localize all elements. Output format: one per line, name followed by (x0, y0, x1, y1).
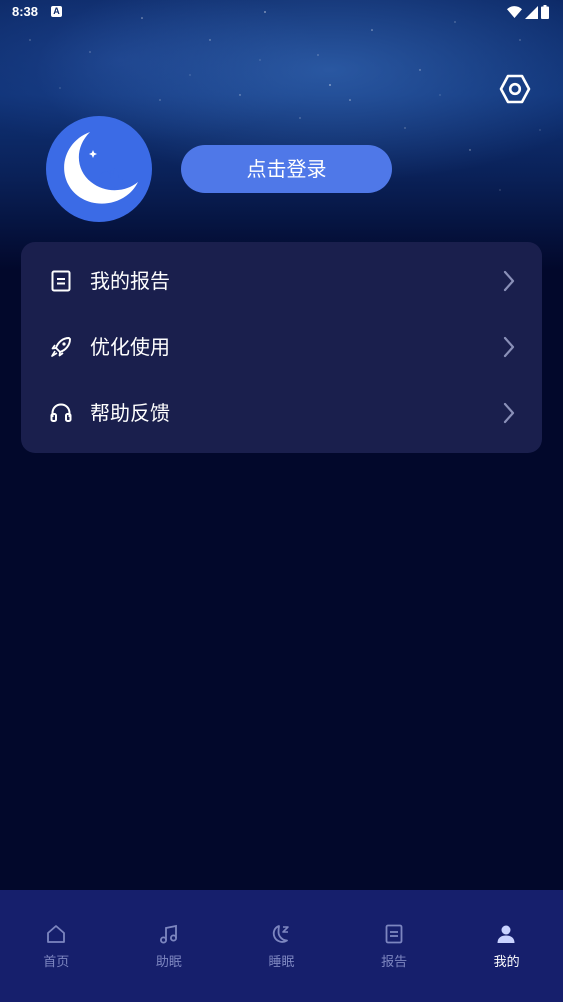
menu-item-my-report[interactable]: 我的报告 (21, 248, 542, 314)
tab-home[interactable]: 首页 (0, 890, 113, 1002)
settings-hexagon-icon (499, 74, 531, 104)
bottom-tab-bar: 首页 助眠 睡眠 报告 我的 (0, 890, 563, 1002)
menu-item-label: 帮助反馈 (90, 401, 170, 425)
music-note-icon (159, 924, 177, 944)
headphones-icon (50, 403, 72, 422)
tab-report[interactable]: 报告 (338, 890, 451, 1002)
tab-label: 助眠 (155, 955, 182, 970)
status-bar: 8:38 A (0, 0, 563, 26)
menu-item-help-feedback[interactable]: 帮助反馈 (21, 380, 542, 446)
battery-icon (541, 5, 549, 19)
notification-a-icon: A (51, 6, 62, 17)
tab-label: 睡眠 (268, 955, 295, 970)
menu-item-label: 优化使用 (90, 335, 170, 359)
tab-sleep[interactable]: 睡眠 (225, 890, 338, 1002)
chevron-right-icon (503, 402, 515, 424)
moon-zzz-icon (273, 925, 289, 943)
tab-label: 报告 (381, 955, 408, 970)
login-button[interactable]: 点击登录 (181, 145, 392, 193)
rocket-icon (51, 337, 71, 357)
avatar[interactable] (46, 116, 152, 222)
wifi-icon (507, 6, 522, 18)
status-time: 8:38 (12, 4, 39, 19)
tab-mine[interactable]: 我的 (450, 890, 563, 1002)
person-icon (497, 925, 515, 943)
moon-squirrel-logo (64, 132, 138, 204)
tab-label: 首页 (43, 955, 70, 970)
tab-sleep-aid[interactable]: 助眠 (113, 890, 226, 1002)
home-icon (47, 925, 65, 943)
document-icon (51, 270, 71, 292)
signal-icon (525, 5, 538, 19)
chevron-right-icon (503, 336, 515, 358)
menu-card: 我的报告 优化使用 帮助反馈 (21, 242, 542, 453)
chevron-right-icon (503, 270, 515, 292)
settings-button[interactable] (497, 71, 533, 107)
document-icon (385, 924, 403, 944)
tab-label: 我的 (493, 955, 520, 970)
menu-item-optimize[interactable]: 优化使用 (21, 314, 542, 380)
menu-item-label: 我的报告 (90, 269, 170, 293)
